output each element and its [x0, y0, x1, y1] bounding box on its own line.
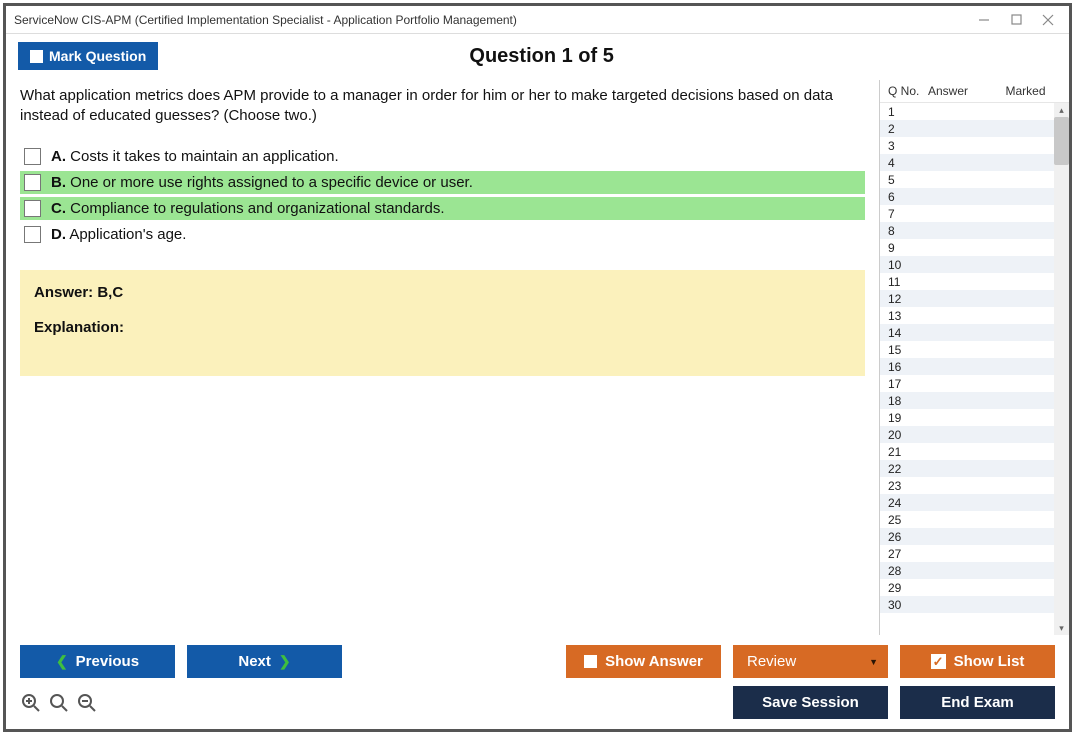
choice-checkbox[interactable]	[24, 148, 41, 165]
answer-line: Answer: B,C	[34, 284, 851, 301]
question-list-row[interactable]: 12	[880, 290, 1054, 307]
show-answer-checkbox-icon	[584, 655, 597, 668]
choice-row[interactable]: A. Costs it takes to maintain an applica…	[20, 145, 865, 168]
question-list-row[interactable]: 5	[880, 171, 1054, 188]
show-answer-label: Show Answer	[605, 653, 703, 670]
next-label: Next	[238, 653, 271, 670]
question-list-row[interactable]: 28	[880, 562, 1054, 579]
show-list-label: Show List	[954, 653, 1025, 670]
main-panel: What application metrics does APM provid…	[6, 80, 879, 635]
end-exam-label: End Exam	[941, 694, 1014, 711]
save-session-label: Save Session	[762, 694, 859, 711]
choice-label: B. One or more use rights assigned to a …	[51, 174, 473, 191]
question-list-row[interactable]: 14	[880, 324, 1054, 341]
question-list-row[interactable]: 11	[880, 273, 1054, 290]
scroll-track[interactable]	[1054, 117, 1069, 621]
mark-question-label: Mark Question	[49, 48, 146, 64]
scrollbar[interactable]: ▴ ▾	[1054, 103, 1069, 635]
chevron-right-icon: ❯	[279, 653, 291, 670]
zoom-reset-icon[interactable]	[48, 692, 70, 714]
question-list-row[interactable]: 1	[880, 103, 1054, 120]
minimize-icon[interactable]	[977, 13, 991, 27]
explanation-label: Explanation:	[34, 319, 851, 336]
scroll-down-icon[interactable]: ▾	[1054, 621, 1069, 635]
window-title: ServiceNow CIS-APM (Certified Implementa…	[14, 13, 977, 27]
review-dropdown[interactable]: Review ▼	[733, 645, 888, 678]
question-list-row[interactable]: 6	[880, 188, 1054, 205]
choice-row[interactable]: D. Application's age.	[20, 223, 865, 246]
question-list-row[interactable]: 8	[880, 222, 1054, 239]
question-list-row[interactable]: 15	[880, 341, 1054, 358]
question-list-row[interactable]: 29	[880, 579, 1054, 596]
question-list-row[interactable]: 22	[880, 460, 1054, 477]
show-list-button[interactable]: ✓ Show List	[900, 645, 1055, 678]
question-list-row[interactable]: 17	[880, 375, 1054, 392]
question-list-row[interactable]: 27	[880, 545, 1054, 562]
question-heading: Question 1 of 5	[158, 45, 925, 68]
question-list-row[interactable]: 24	[880, 494, 1054, 511]
question-list-wrap: 1234567891011121314151617181920212223242…	[880, 102, 1069, 635]
footer: ❮ Previous Next ❯ Show Answer Review ▼ ✓…	[6, 635, 1069, 729]
question-list-row[interactable]: 9	[880, 239, 1054, 256]
previous-label: Previous	[76, 653, 139, 670]
app-window: ServiceNow CIS-APM (Certified Implementa…	[3, 3, 1072, 732]
choice-label: C. Compliance to regulations and organiz…	[51, 200, 445, 217]
question-list-row[interactable]: 13	[880, 307, 1054, 324]
col-answer: Answer	[928, 84, 988, 98]
scroll-thumb[interactable]	[1054, 117, 1069, 165]
mark-checkbox-icon	[30, 50, 43, 63]
header-row: Mark Question Question 1 of 5	[6, 34, 1069, 80]
question-list-row[interactable]: 3	[880, 137, 1054, 154]
save-session-button[interactable]: Save Session	[733, 686, 888, 719]
maximize-icon[interactable]	[1009, 13, 1023, 27]
chevron-left-icon: ❮	[56, 653, 68, 670]
dropdown-caret-icon: ▼	[869, 657, 878, 667]
titlebar: ServiceNow CIS-APM (Certified Implementa…	[6, 6, 1069, 34]
zoom-controls	[20, 692, 98, 714]
next-button[interactable]: Next ❯	[187, 645, 342, 678]
question-list-row[interactable]: 7	[880, 205, 1054, 222]
question-list-row[interactable]: 4	[880, 154, 1054, 171]
content-area: What application metrics does APM provid…	[6, 80, 1069, 635]
choice-checkbox[interactable]	[24, 174, 41, 191]
zoom-out-icon[interactable]	[76, 692, 98, 714]
question-list-header: Q No. Answer Marked	[880, 80, 1069, 102]
question-list-row[interactable]: 20	[880, 426, 1054, 443]
footer-row-2: Save Session End Exam	[20, 686, 1055, 719]
question-list-row[interactable]: 26	[880, 528, 1054, 545]
choice-checkbox[interactable]	[24, 226, 41, 243]
col-marked: Marked	[988, 84, 1063, 98]
choices-list: A. Costs it takes to maintain an applica…	[20, 145, 865, 246]
review-label: Review	[747, 653, 796, 670]
choice-label: A. Costs it takes to maintain an applica…	[51, 148, 339, 165]
close-icon[interactable]	[1041, 13, 1055, 27]
col-qno: Q No.	[888, 84, 928, 98]
choice-row[interactable]: B. One or more use rights assigned to a …	[20, 171, 865, 194]
question-list-panel: Q No. Answer Marked 12345678910111213141…	[879, 80, 1069, 635]
choice-label: D. Application's age.	[51, 226, 186, 243]
question-list-row[interactable]: 18	[880, 392, 1054, 409]
question-list-row[interactable]: 25	[880, 511, 1054, 528]
footer-row-1: ❮ Previous Next ❯ Show Answer Review ▼ ✓…	[20, 645, 1055, 678]
previous-button[interactable]: ❮ Previous	[20, 645, 175, 678]
question-list-row[interactable]: 21	[880, 443, 1054, 460]
question-list[interactable]: 1234567891011121314151617181920212223242…	[880, 103, 1054, 635]
zoom-in-icon[interactable]	[20, 692, 42, 714]
answer-panel: Answer: B,C Explanation:	[20, 270, 865, 376]
question-list-row[interactable]: 30	[880, 596, 1054, 613]
question-list-row[interactable]: 16	[880, 358, 1054, 375]
question-list-row[interactable]: 19	[880, 409, 1054, 426]
question-list-row[interactable]: 10	[880, 256, 1054, 273]
show-list-check-icon: ✓	[931, 654, 946, 669]
question-list-row[interactable]: 2	[880, 120, 1054, 137]
end-exam-button[interactable]: End Exam	[900, 686, 1055, 719]
show-answer-button[interactable]: Show Answer	[566, 645, 721, 678]
choice-checkbox[interactable]	[24, 200, 41, 217]
scroll-up-icon[interactable]: ▴	[1054, 103, 1069, 117]
mark-question-button[interactable]: Mark Question	[18, 42, 158, 70]
window-controls	[977, 13, 1055, 27]
question-text: What application metrics does APM provid…	[20, 86, 865, 127]
question-list-row[interactable]: 23	[880, 477, 1054, 494]
choice-row[interactable]: C. Compliance to regulations and organiz…	[20, 197, 865, 220]
